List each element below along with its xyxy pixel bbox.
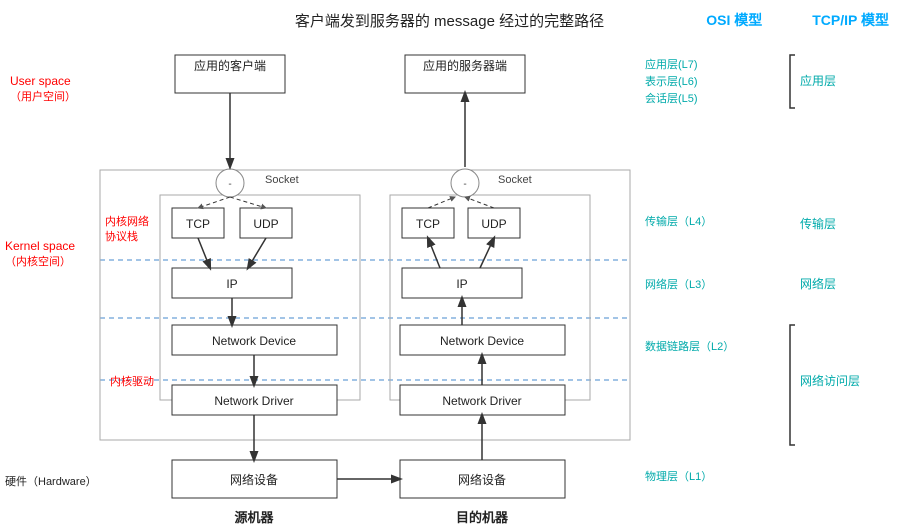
tcpip-header: TCP/IP 模型: [812, 10, 889, 30]
svg-text:应用层: 应用层: [800, 73, 836, 88]
svg-text:内核网络: 内核网络: [105, 214, 149, 228]
svg-text:Socket: Socket: [498, 174, 532, 186]
svg-text:（用户空间）: （用户空间）: [10, 89, 76, 103]
svg-text:传输层: 传输层: [800, 216, 836, 231]
svg-text:表示层(L6): 表示层(L6): [645, 74, 698, 88]
svg-text:（内核空间）: （内核空间）: [5, 254, 71, 268]
svg-text:Network Device: Network Device: [440, 334, 524, 348]
svg-text:网络层: 网络层: [800, 276, 836, 291]
svg-text:IP: IP: [226, 277, 237, 291]
svg-text:IP: IP: [456, 277, 467, 291]
svg-text:物理层（L1）: 物理层（L1）: [645, 469, 712, 483]
svg-text:协议栈: 协议栈: [105, 229, 138, 243]
svg-text:Kernel space: Kernel space: [5, 239, 75, 253]
svg-text:会话层(L5): 会话层(L5): [645, 92, 698, 105]
svg-text:目的机器: 目的机器: [456, 510, 509, 525]
svg-text:UDP: UDP: [481, 217, 506, 231]
svg-text:应用的服务器端: 应用的服务器端: [423, 58, 507, 73]
svg-text:-: -: [463, 179, 466, 190]
main-container: 客户端发到服务器的 message 经过的完整路径 OSI 模型 TCP/IP …: [0, 0, 899, 528]
svg-text:网络访问层: 网络访问层: [800, 373, 860, 388]
svg-text:Socket: Socket: [265, 174, 299, 186]
svg-text:TCP: TCP: [416, 217, 440, 231]
svg-text:Network Driver: Network Driver: [442, 394, 521, 408]
svg-text:传输层（L4）: 传输层（L4）: [645, 214, 712, 228]
svg-text:网络设备: 网络设备: [230, 472, 278, 487]
svg-text:-: -: [228, 179, 231, 190]
svg-text:数据链路层（L2）: 数据链路层（L2）: [645, 339, 734, 353]
svg-text:应用的客户端: 应用的客户端: [194, 58, 266, 73]
svg-text:UDP: UDP: [253, 217, 278, 231]
diagram-svg: 应用的客户端 应用的服务器端 - Socket - Socket TCP UDP…: [0, 40, 899, 528]
svg-text:硬件（Hardware）: 硬件（Hardware）: [5, 475, 97, 488]
svg-text:TCP: TCP: [186, 217, 210, 231]
osi-header: OSI 模型: [706, 10, 762, 30]
svg-text:源机器: 源机器: [234, 510, 274, 525]
svg-text:Network Device: Network Device: [212, 334, 296, 348]
svg-text:User space: User space: [10, 74, 71, 88]
svg-text:网络层（L3）: 网络层（L3）: [645, 277, 712, 291]
svg-text:网络设备: 网络设备: [458, 472, 506, 487]
svg-text:Network Driver: Network Driver: [214, 394, 293, 408]
svg-text:内核驱动: 内核驱动: [110, 374, 154, 388]
svg-text:应用层(L7): 应用层(L7): [645, 57, 698, 71]
model-headers: OSI 模型 TCP/IP 模型: [706, 10, 889, 30]
